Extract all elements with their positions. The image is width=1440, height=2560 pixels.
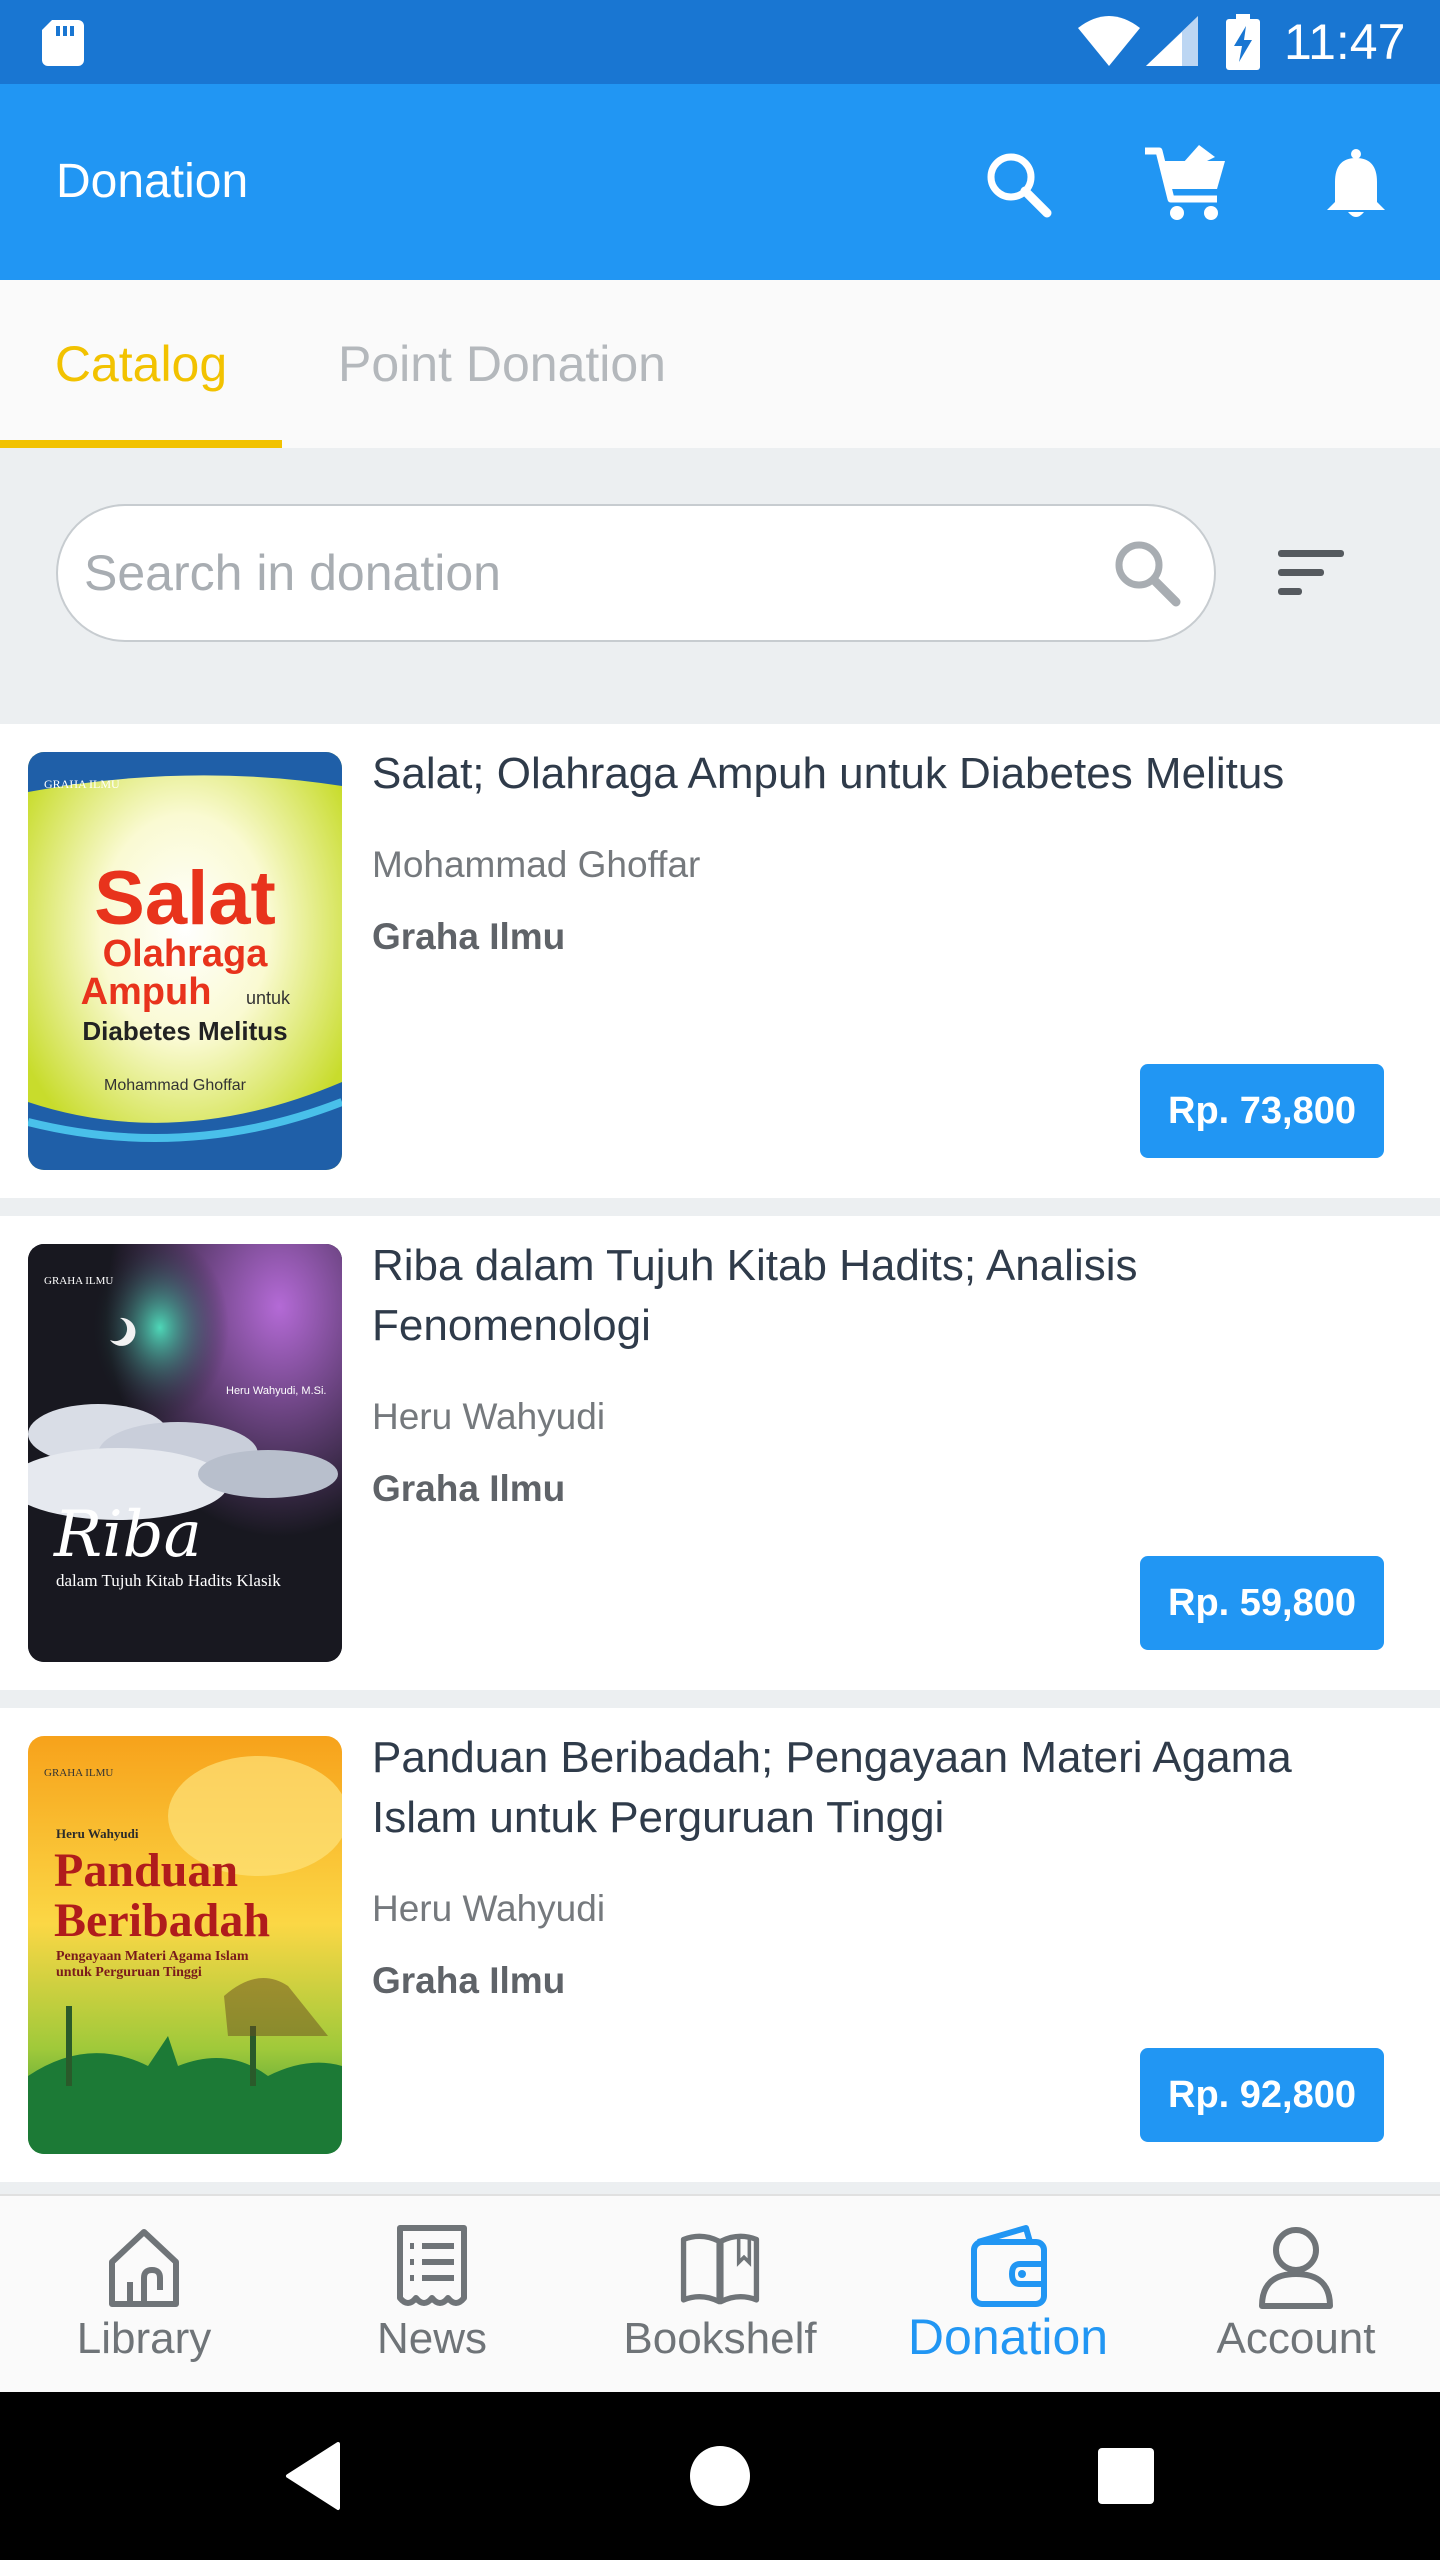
news-icon — [397, 2225, 467, 2306]
bottom-navigation: Library News Bookshelf Donation Account — [0, 2194, 1440, 2392]
search-button[interactable] — [968, 134, 1068, 234]
cover-title-text: Diabetes Melitus — [82, 1016, 287, 1046]
book-publisher: Graha Ilmu — [372, 916, 566, 957]
cover-author-text: Mohammad Ghoffar — [104, 1077, 247, 1094]
tab-point-donation[interactable]: Point Donation — [282, 280, 722, 448]
book-title[interactable]: Panduan Beribadah; Pengayaan Materi Agam… — [372, 1728, 1392, 1848]
sd-card-icon — [42, 20, 84, 66]
screen: 11:47 Donation Catalog Point Donation Se… — [0, 0, 1440, 2560]
nav-item-donation[interactable]: Donation — [864, 2196, 1152, 2394]
cover-title-text: Riba — [53, 1498, 202, 1572]
cover-title-text: Beribadah — [54, 1894, 270, 1947]
bell-icon — [1327, 149, 1385, 217]
status-bar: 11:47 — [0, 0, 1440, 84]
search-icon — [987, 153, 1052, 218]
search-icon[interactable] — [1110, 536, 1182, 608]
nav-label: Account — [1216, 2314, 1376, 2363]
book-publisher: Graha Ilmu — [372, 1960, 566, 2001]
cover-subtitle-text: dalam Tujuh Kitab Hadits Klasik — [56, 1571, 281, 1590]
nav-label: Donation — [907, 2309, 1109, 2365]
nav-label: Library — [76, 2314, 212, 2363]
cover-publisher-text: GRAHA ILMU — [44, 777, 120, 791]
cover-title-text: Salat — [94, 856, 276, 941]
price-button[interactable]: Rp. 59,800 — [1140, 1556, 1384, 1650]
clock: 11:47 — [1284, 14, 1406, 70]
book-author: Heru Wahyudi — [372, 1396, 606, 1437]
book-author: Mohammad Ghoffar — [372, 844, 701, 885]
list-item[interactable]: GRAHA ILMU Salat Olahraga Ampuh untuk Di… — [0, 724, 1440, 1198]
book-publisher: Graha Ilmu — [372, 1468, 566, 1509]
tab-bar: Catalog Point Donation — [0, 280, 1440, 448]
signal-icon — [1146, 16, 1198, 66]
cover-subtitle-text: Pengayaan Materi Agama Islam — [56, 1949, 249, 1964]
book-title[interactable]: Salat; Olahraga Ampuh untuk Diabetes Mel… — [372, 744, 1392, 804]
cover-author-text: Heru Wahyudi — [56, 1826, 139, 1841]
cover-title-text: Ampuh — [81, 971, 212, 1013]
wallet-icon — [971, 2225, 1047, 2307]
book-cover-image: GRAHA ILMU Heru Wahyudi, M.Si. Riba dala… — [28, 1244, 342, 1662]
search-area — [0, 448, 1440, 698]
wifi-icon — [1078, 16, 1140, 66]
book-title[interactable]: Riba dalam Tujuh Kitab Hadits; Analisis … — [372, 1236, 1392, 1356]
battery-charging-icon — [1226, 14, 1260, 70]
nav-item-bookshelf[interactable]: Bookshelf — [576, 2196, 864, 2394]
price-button[interactable]: Rp. 73,800 — [1140, 1064, 1384, 1158]
tab-indicator — [0, 440, 282, 448]
cover-author-text: Heru Wahyudi, M.Si. — [226, 1385, 326, 1397]
home-icon — [109, 2229, 179, 2307]
cover-title-text: Olahraga — [103, 933, 269, 975]
nav-label: Bookshelf — [623, 2314, 817, 2363]
cover-publisher-text: GRAHA ILMU — [44, 1767, 113, 1779]
nav-item-library[interactable]: Library — [0, 2196, 288, 2394]
book-cover-image: GRAHA ILMU Salat Olahraga Ampuh untuk Di… — [28, 752, 342, 1170]
cover-title-text: untuk — [246, 988, 291, 1008]
price-button[interactable]: Rp. 92,800 — [1140, 2048, 1384, 2142]
nav-label: News — [376, 2314, 488, 2363]
system-navigation-bar — [0, 2392, 1440, 2560]
app-bar: Donation — [0, 84, 1440, 280]
search-input[interactable] — [84, 506, 1084, 640]
cover-publisher-text: GRAHA ILMU — [44, 1275, 113, 1287]
back-icon[interactable] — [276, 2438, 352, 2514]
book-author: Heru Wahyudi — [372, 1888, 606, 1929]
cart-button[interactable] — [1136, 134, 1236, 234]
nav-item-news[interactable]: News — [288, 2196, 576, 2394]
search-box[interactable] — [56, 504, 1216, 642]
list-item[interactable]: GRAHA ILMU Heru Wahyudi, M.Si. Riba dala… — [0, 1216, 1440, 1690]
notifications-button[interactable] — [1306, 134, 1406, 234]
tab-catalog[interactable]: Catalog — [0, 280, 282, 448]
book-open-icon — [680, 2233, 760, 2305]
person-icon — [1259, 2227, 1333, 2309]
home-button-icon[interactable] — [682, 2438, 758, 2514]
book-cover-image: GRAHA ILMU Heru Wahyudi Panduan Beribada… — [28, 1736, 342, 2154]
nav-item-account[interactable]: Account — [1152, 2196, 1440, 2394]
cart-icon — [1145, 145, 1225, 220]
cover-subtitle-text: untuk Perguruan Tinggi — [56, 1965, 202, 1980]
recents-icon[interactable] — [1088, 2438, 1164, 2514]
cover-title-text: Panduan — [54, 1844, 238, 1897]
list-item[interactable]: GRAHA ILMU Heru Wahyudi Panduan Beribada… — [0, 1708, 1440, 2182]
page-title: Donation — [56, 155, 249, 208]
sort-filter-icon[interactable] — [1270, 538, 1354, 608]
